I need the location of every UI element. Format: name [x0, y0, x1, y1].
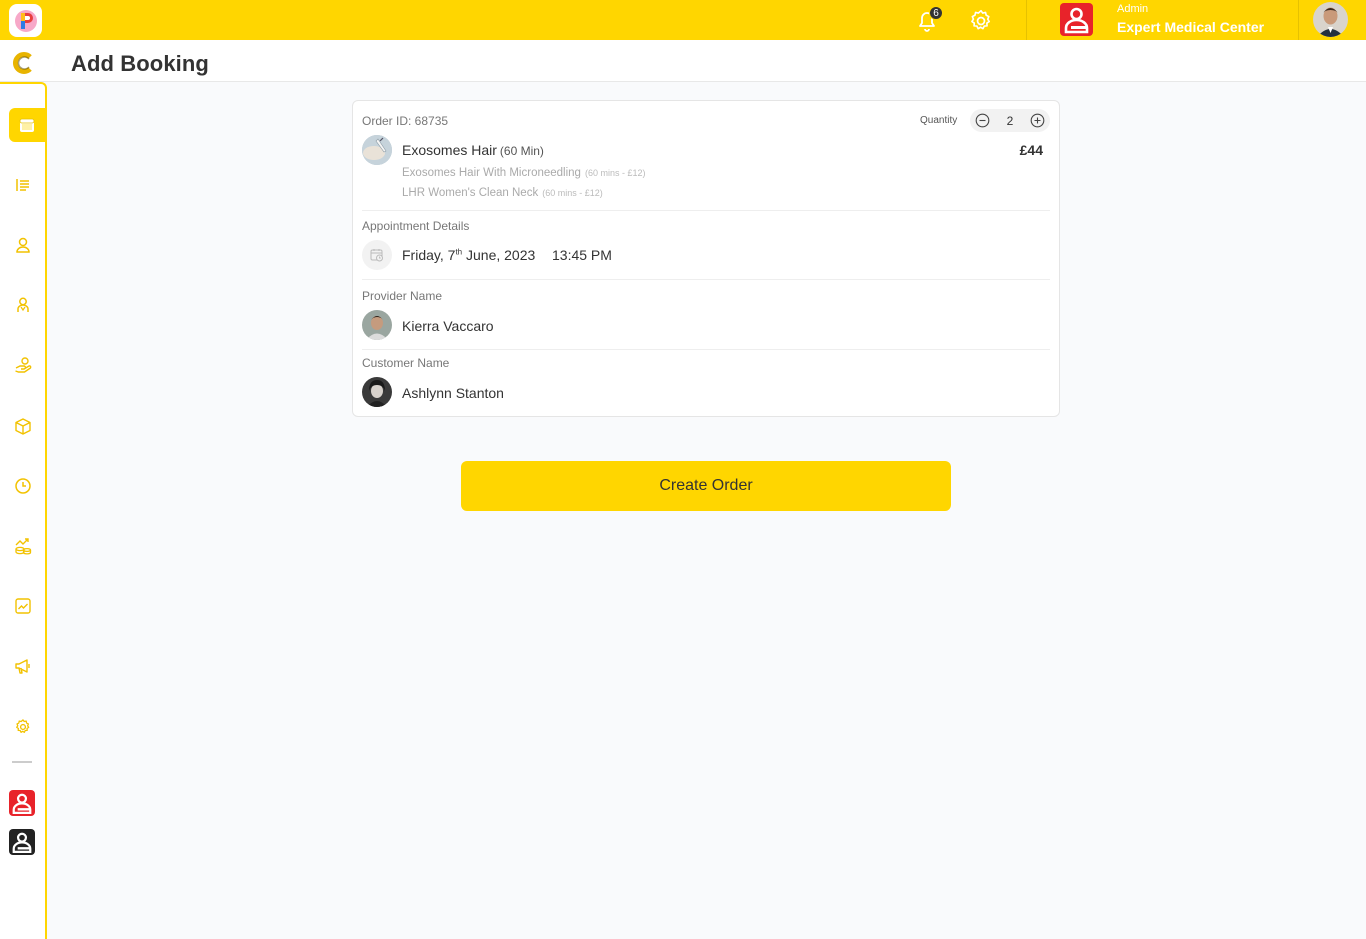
provider-avatar-image [362, 310, 392, 340]
appointment-date: Friday, 7th June, 2023 [402, 247, 535, 263]
sidebar-item-customers[interactable] [9, 231, 37, 259]
growth-coins-icon [15, 538, 32, 555]
org-role: Admin [1117, 3, 1149, 15]
list-icon [16, 179, 29, 191]
sidebar-item-settings[interactable] [9, 713, 37, 741]
section-divider [362, 279, 1050, 280]
order-summary-card: Order ID: 68735 Quantity 2 Exosomes Hair… [352, 100, 1060, 417]
service-image [362, 135, 392, 165]
addon-item: LHR Women's Clean Neck (60 mins - £12) [402, 187, 603, 199]
service-thumbnail [362, 135, 392, 165]
order-price: £44 [1019, 142, 1043, 158]
section-divider [362, 349, 1050, 350]
gear-icon [971, 9, 991, 30]
hand-coins-icon [15, 357, 32, 373]
create-order-button[interactable]: Create Order [461, 461, 951, 511]
settings-button[interactable] [968, 8, 994, 34]
sidebar-org-red[interactable] [9, 790, 35, 816]
staff-icon [17, 297, 29, 312]
sidebar-item-list[interactable] [9, 171, 37, 199]
org-name[interactable]: Expert Medical Center [1117, 19, 1264, 35]
org-logo-icon [1060, 3, 1093, 36]
megaphone-icon [15, 659, 30, 674]
gear-icon [16, 719, 30, 733]
org-logo [1060, 3, 1093, 36]
service-duration: (60 Min) [499, 144, 544, 158]
sidebar-item-bookings[interactable] [9, 108, 45, 142]
service-title: Exosomes Hair [402, 142, 497, 158]
divider [1298, 0, 1299, 40]
app-logo-icon [14, 9, 37, 32]
notification-badge: 6 [929, 6, 943, 20]
section-divider [362, 210, 1050, 211]
plus-circle-icon [1030, 113, 1045, 128]
addon-meta: (60 mins - £12) [542, 188, 603, 198]
customer-avatar-image [362, 377, 392, 407]
page-title: Add Booking [71, 51, 209, 76]
page-header: Add Booking [0, 40, 1366, 82]
sidebar-item-schedule[interactable] [9, 472, 37, 500]
clock-icon [15, 478, 31, 494]
sidebar-item-reports[interactable] [9, 592, 37, 620]
order-id: Order ID: 68735 [362, 114, 449, 128]
customer-label: Customer Name [362, 356, 450, 370]
provider-avatar [362, 310, 392, 340]
user-avatar-image [1313, 2, 1348, 37]
divider [1026, 0, 1027, 40]
top-bar: 6 Admin Expert Medical Center [0, 0, 1366, 40]
provider-name: Kierra Vaccaro [402, 318, 494, 334]
addon-meta: (60 mins - £12) [584, 168, 646, 178]
sidebar-item-staff[interactable] [9, 291, 37, 319]
calendar-clock-icon [370, 249, 383, 262]
appointment-date-prefix: Friday, 7 [402, 247, 456, 263]
addon-item: Exosomes Hair With Microneedling (60 mins… [402, 167, 645, 179]
customer-avatar [362, 377, 392, 407]
chart-icon [15, 598, 31, 614]
box-icon [15, 418, 31, 435]
org-logo-icon [12, 793, 32, 814]
user-icon [16, 237, 30, 253]
sidebar-item-payments[interactable] [9, 351, 37, 379]
sidebar-item-products[interactable] [9, 412, 37, 440]
quantity-value: 2 [1006, 114, 1014, 128]
appointment-calendar-icon [362, 240, 392, 270]
quantity-label: Quantity [920, 115, 958, 126]
decrease-quantity-button[interactable] [975, 113, 990, 128]
sidebar-org-black[interactable] [9, 829, 35, 855]
minus-circle-icon [975, 113, 990, 128]
sidebar-item-revenue[interactable] [9, 532, 37, 560]
addon-name: LHR Women's Clean Neck [402, 187, 539, 199]
customer-name: Ashlynn Stanton [402, 385, 504, 401]
appointment-label: Appointment Details [362, 219, 470, 233]
org-logo-icon [12, 832, 32, 853]
calendar-icon [19, 118, 35, 132]
appointment-time: 13:45 PM [552, 247, 612, 263]
service-name: Exosomes Hair (60 Min) [402, 142, 544, 158]
sidebar-divider [12, 761, 32, 763]
appointment-date-suffix: June, 2023 [462, 247, 536, 263]
sidebar-item-marketing[interactable] [9, 652, 37, 680]
sidebar [0, 82, 47, 939]
provider-label: Provider Name [362, 289, 443, 303]
notifications-button[interactable]: 6 [914, 6, 944, 34]
user-avatar[interactable] [1313, 2, 1348, 37]
quantity-stepper: 2 [970, 109, 1050, 132]
brand-logo-icon [13, 52, 32, 74]
increase-quantity-button[interactable] [1030, 113, 1045, 128]
addon-name: Exosomes Hair With Microneedling [402, 167, 581, 179]
app-logo[interactable] [9, 4, 42, 37]
brand-logo[interactable] [12, 52, 34, 74]
